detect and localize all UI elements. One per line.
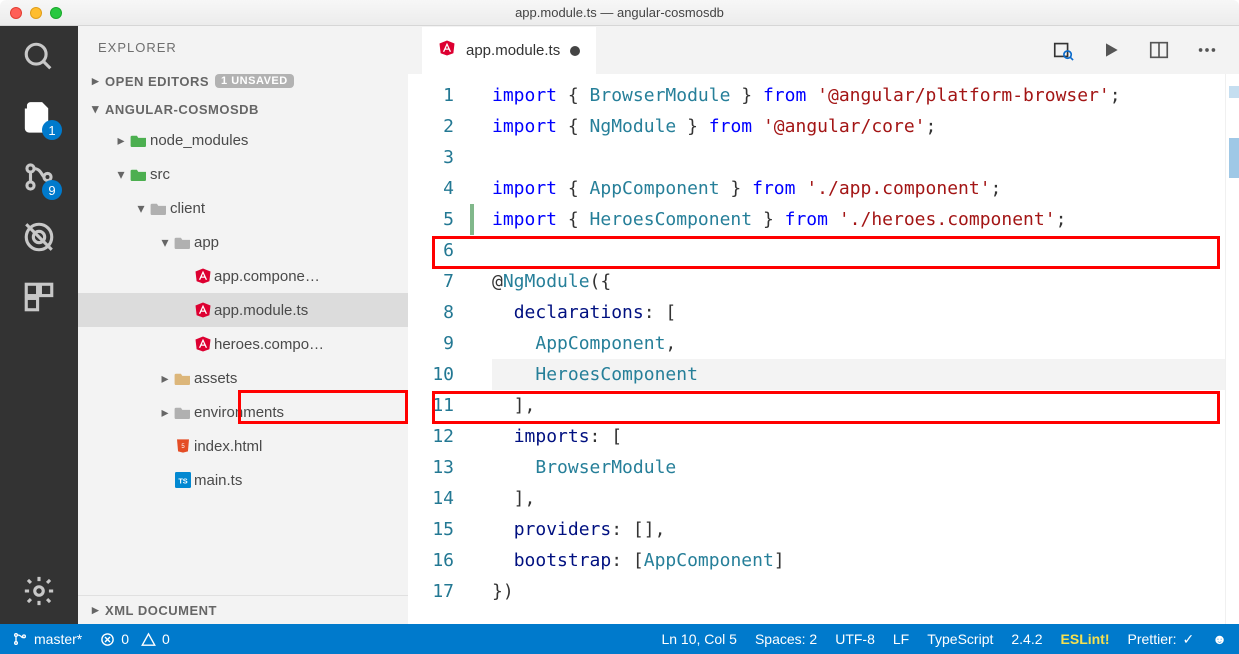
line-number-gutter: 1234567891011121314151617 — [408, 74, 470, 624]
maximize-button[interactable] — [50, 7, 62, 19]
tree-item-label: node_modules — [150, 132, 248, 149]
file-tree: ▸node_modules▾src▾client▾appapp.compone…… — [78, 123, 408, 595]
tree-file[interactable]: app.module.ts — [78, 293, 408, 327]
chevron-right-icon: ▸ — [92, 73, 99, 89]
activity-bar: 1 9 — [0, 26, 78, 624]
debug-icon[interactable] — [18, 216, 60, 258]
xml-document-label: XML DOCUMENT — [105, 603, 217, 618]
project-header[interactable]: ▾ ANGULAR-COSMOSDB — [78, 95, 408, 123]
open-editors-label: OPEN EDITORS — [105, 74, 209, 89]
tree-item-label: app — [194, 234, 219, 251]
file-icon — [192, 335, 214, 353]
feedback-smiley-icon[interactable]: ☻ — [1212, 631, 1227, 647]
twisty-icon: ▾ — [158, 234, 172, 251]
tab-filename: app.module.ts — [466, 42, 560, 59]
encoding[interactable]: UTF-8 — [835, 631, 875, 647]
minimap[interactable] — [1225, 74, 1239, 624]
eol[interactable]: LF — [893, 631, 909, 647]
tree-item-label: app.module.ts — [214, 302, 308, 319]
tree-item-label: src — [150, 166, 170, 183]
tree-item-label: assets — [194, 370, 237, 387]
source-control-icon[interactable]: 9 — [18, 156, 60, 198]
search-icon[interactable] — [18, 36, 60, 78]
ts-version[interactable]: 2.4.2 — [1011, 631, 1042, 647]
tree-file[interactable]: TS main.ts — [78, 463, 408, 497]
more-actions-icon[interactable] — [1193, 36, 1221, 64]
twisty-icon: ▸ — [158, 404, 172, 421]
twisty-icon: ▸ — [114, 132, 128, 149]
tree-item-label: main.ts — [194, 472, 242, 489]
explorer-sidebar: EXPLORER ▸ OPEN EDITORS 1 UNSAVED ▾ ANGU… — [78, 26, 408, 624]
tree-item-label: client — [170, 200, 205, 217]
open-preview-icon[interactable] — [1049, 36, 1077, 64]
twisty-icon: ▾ — [134, 200, 148, 217]
file-icon — [172, 371, 194, 385]
indentation[interactable]: Spaces: 2 — [755, 631, 817, 647]
file-icon — [172, 405, 194, 419]
git-branch[interactable]: master* — [12, 631, 82, 647]
scm-badge: 9 — [42, 180, 62, 200]
tab-app-module[interactable]: app.module.ts — [422, 26, 596, 74]
tree-item-label: index.html — [194, 438, 262, 455]
file-icon — [192, 267, 214, 285]
tree-item-label: app.compone… — [214, 268, 320, 285]
file-icon — [172, 235, 194, 249]
dirty-indicator — [570, 46, 580, 56]
extensions-icon[interactable] — [18, 276, 60, 318]
code-editor[interactable]: 1234567891011121314151617 import { Brows… — [408, 74, 1239, 624]
sidebar-title: EXPLORER — [78, 26, 408, 67]
problems-errors[interactable]: 0 0 — [100, 631, 170, 647]
tree-folder[interactable]: ▾ src — [78, 157, 408, 191]
explorer-badge: 1 — [42, 120, 62, 140]
twisty-icon: ▾ — [114, 166, 128, 183]
status-bar: master* 0 0 Ln 10, Col 5 Spaces: 2 UTF-8… — [0, 624, 1239, 654]
explorer-icon[interactable]: 1 — [18, 96, 60, 138]
window-titlebar: app.module.ts — angular-cosmosdb — [0, 0, 1239, 26]
code-content[interactable]: import { BrowserModule } from '@angular/… — [470, 74, 1225, 624]
angular-icon — [438, 39, 456, 62]
eslint-status[interactable]: ESLint! — [1061, 631, 1110, 647]
svg-text:TS: TS — [178, 476, 187, 485]
editor-tabs: app.module.ts — [408, 26, 1239, 74]
tree-folder[interactable]: ▾ app — [78, 225, 408, 259]
cursor-position[interactable]: Ln 10, Col 5 — [661, 631, 737, 647]
file-icon — [148, 201, 170, 215]
tree-folder[interactable]: ▸ environments — [78, 395, 408, 429]
settings-gear-icon[interactable] — [18, 570, 60, 612]
window-title: app.module.ts — angular-cosmosdb — [0, 5, 1239, 20]
tree-file[interactable]: heroes.compo… — [78, 327, 408, 361]
run-icon[interactable] — [1097, 36, 1125, 64]
language-mode[interactable]: TypeScript — [927, 631, 993, 647]
tree-file[interactable]: app.compone… — [78, 259, 408, 293]
file-icon — [192, 301, 214, 319]
open-editors-header[interactable]: ▸ OPEN EDITORS 1 UNSAVED — [78, 67, 408, 95]
twisty-icon: ▸ — [158, 370, 172, 387]
xml-document-header[interactable]: ▸ XML DOCUMENT — [78, 595, 408, 624]
editor-group: app.module.ts 1234567891011121314151617 … — [408, 26, 1239, 624]
tree-file[interactable]: 5index.html — [78, 429, 408, 463]
prettier-status[interactable]: Prettier:✓ — [1128, 631, 1195, 648]
tree-folder[interactable]: ▸ node_modules — [78, 123, 408, 157]
split-editor-icon[interactable] — [1145, 36, 1173, 64]
file-icon: TS — [172, 472, 194, 488]
file-icon: 5 — [172, 438, 194, 454]
chevron-right-icon: ▸ — [92, 602, 99, 618]
file-icon — [128, 167, 150, 181]
close-button[interactable] — [10, 7, 22, 19]
unsaved-badge: 1 UNSAVED — [215, 74, 294, 88]
minimize-button[interactable] — [30, 7, 42, 19]
tree-item-label: environments — [194, 404, 284, 421]
tree-folder[interactable]: ▾ client — [78, 191, 408, 225]
project-label: ANGULAR-COSMOSDB — [105, 102, 259, 117]
chevron-down-icon: ▾ — [92, 101, 99, 117]
tree-item-label: heroes.compo… — [214, 336, 324, 353]
tree-folder[interactable]: ▸ assets — [78, 361, 408, 395]
file-icon — [128, 133, 150, 147]
